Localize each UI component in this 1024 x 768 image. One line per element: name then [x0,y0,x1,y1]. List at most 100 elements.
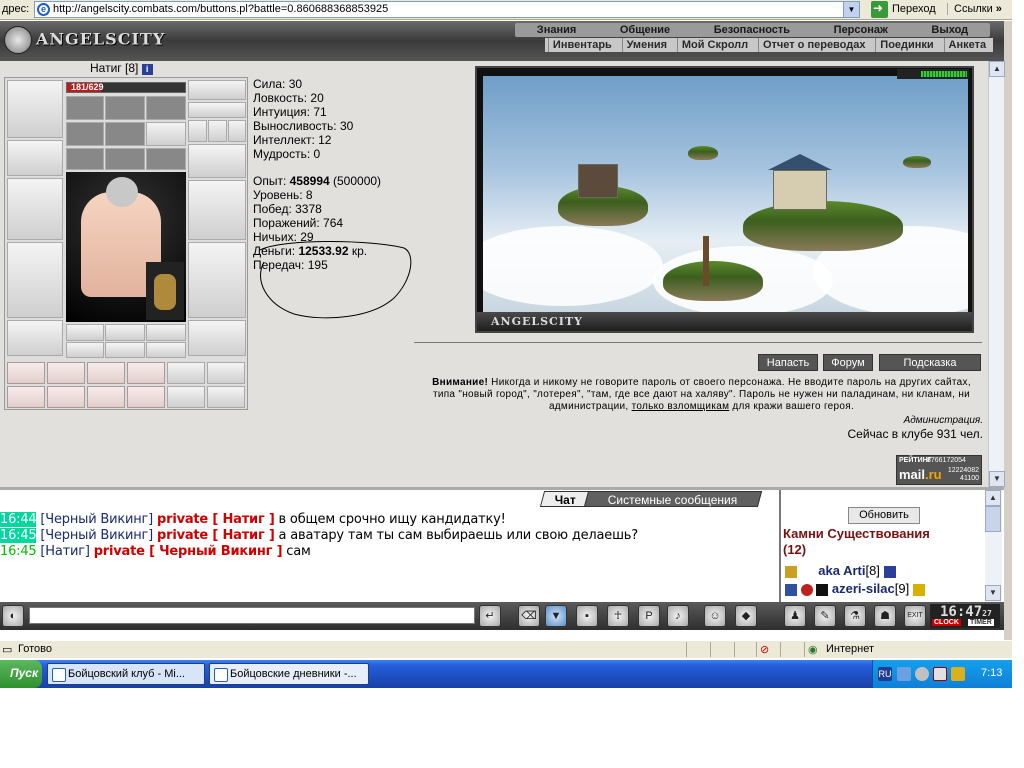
language-indicator[interactable]: RU [878,667,892,681]
scroll-slot-6[interactable] [146,122,186,146]
rune-slot-6[interactable] [146,342,186,358]
menu-knowledge[interactable]: Знания [537,23,576,37]
scroll-down-icon[interactable]: ▼ [989,471,1005,487]
security-icon[interactable] [933,667,947,681]
refresh-button[interactable]: Обновить [848,507,920,524]
belt-slot[interactable] [7,320,63,356]
network-icon[interactable] [897,667,911,681]
exit-button[interactable]: EXIT [904,605,926,627]
message-time[interactable]: 16:45 [0,544,37,559]
blocked-popup-icon[interactable]: ⊘ [760,643,769,656]
scroll-slot-5[interactable] [105,122,145,146]
scroll-slot-7[interactable] [66,148,104,170]
main-scrollbar[interactable]: ▲ ▼ [988,61,1005,487]
inventory-slot-12[interactable] [207,386,245,408]
helmet-icon[interactable]: ◆ [735,605,757,627]
inventory-slot-7[interactable] [7,386,45,408]
save-icon[interactable]: ▪ [576,605,598,627]
rune-slot-1[interactable] [66,324,104,341]
character-name[interactable]: Натиг [8] i [90,61,153,75]
rune-slot-5[interactable] [105,342,145,358]
action-icon-4[interactable]: ☗ [874,605,896,627]
submenu-transfer-report[interactable]: Отчет о переводах [757,38,870,52]
inventory-slot-4[interactable] [127,362,165,384]
scroll-up-icon[interactable]: ▲ [985,490,1001,506]
rune-slot-4[interactable] [66,342,104,358]
task-fight-club[interactable]: Бойцовский клуб - Mi... [47,663,205,685]
amulet-slot[interactable] [188,80,246,100]
tab-system-messages[interactable]: Системные сообщения [583,491,763,507]
go-button[interactable]: Переход [870,1,936,18]
run-man-icon[interactable]: ☥ [607,605,629,627]
url-field[interactable]: e http://angelscity.combats.com/buttons.… [34,1,860,18]
tab-chat[interactable]: Чат [539,491,591,507]
ring-slot-2[interactable] [208,120,227,142]
gloves-slot[interactable] [188,144,246,178]
shield-slot[interactable] [188,180,246,240]
chat-speaker-icon[interactable]: ◐ [2,605,24,627]
eraser-icon[interactable]: ⌫ [518,605,540,627]
message-time[interactable]: 16:44 [0,512,37,527]
links-button[interactable]: Ссылки » [947,3,1002,15]
private-list-icon[interactable]: P [638,605,660,627]
scroll-slot-4[interactable] [66,122,104,146]
inventory-slot-11[interactable] [167,386,205,408]
submenu-skills[interactable]: Умения [621,38,671,52]
rune-slot-2[interactable] [105,324,145,341]
message-private[interactable]: private [ Черный Викинг ] [94,544,283,559]
inventory-slot-10[interactable] [127,386,165,408]
submenu-profile[interactable]: Анкета [943,38,991,52]
weapon-slot[interactable] [7,178,63,240]
scene-image[interactable] [483,76,968,312]
scroll-slot-2[interactable] [105,96,145,120]
scroll-thumb[interactable] [985,506,1001,532]
attack-button[interactable]: Напасть [758,354,818,371]
app-icon[interactable] [951,667,965,681]
inventory-slot-2[interactable] [47,362,85,384]
info-icon[interactable]: i [141,64,153,75]
room-scrollbar[interactable]: ▲ ▼ [985,490,1002,602]
message-time[interactable]: 16:45 [0,528,37,543]
menu-communication[interactable]: Общение [620,23,670,37]
filter-icon[interactable]: ▼ [545,605,567,627]
ring-slot-1[interactable] [188,120,207,142]
ring-slot-3[interactable] [228,120,246,142]
message-sender[interactable]: [Натиг] [40,544,90,559]
start-button[interactable]: Пуск [0,660,42,688]
bracers-slot[interactable] [7,140,63,176]
chat-input[interactable] [29,607,475,624]
scroll-slot-1[interactable] [66,96,104,120]
scroll-up-icon[interactable]: ▲ [989,61,1005,77]
mailru-rating-counter[interactable]: РЕЙТИНГ 8766172054 mail.ru 12224082 41100 [896,455,982,485]
inventory-slot-8[interactable] [47,386,85,408]
menu-character[interactable]: Персонаж [834,23,888,37]
url-dropdown-chevron-icon[interactable]: ▼ [843,2,859,17]
message-private[interactable]: private [ Натиг ] [157,528,275,543]
message-sender[interactable]: [Черный Викинг] [40,528,153,543]
action-icon-3[interactable]: ⚗ [844,605,866,627]
timer-label[interactable]: TIMER [968,619,994,626]
forum-button[interactable]: Форум [823,354,873,371]
message-sender[interactable]: [Черный Викинг] [40,512,153,527]
legs-slot[interactable] [188,242,246,318]
rune-slot-3[interactable] [146,324,186,341]
scroll-down-icon[interactable]: ▼ [985,585,1001,601]
inventory-slot-3[interactable] [87,362,125,384]
menu-exit[interactable]: Выход [931,23,968,37]
submenu-inventory[interactable]: Инвентарь [547,38,616,52]
inventory-slot-1[interactable] [7,362,45,384]
info-icon[interactable] [912,583,925,596]
boots-slot[interactable] [188,320,246,356]
helmet-slot[interactable] [7,80,63,138]
inventory-slot-9[interactable] [87,386,125,408]
inventory-slot-5[interactable] [167,362,205,384]
smile-icon[interactable]: ☺ [704,605,726,627]
action-icon-1[interactable]: ♟ [784,605,806,627]
info-icon[interactable] [883,565,896,578]
scroll-slot-8[interactable] [105,148,145,170]
earrings-slot[interactable] [188,102,246,118]
speaker-icon[interactable] [915,667,929,681]
message-private[interactable]: private [ Натиг ] [157,512,275,527]
hint-button[interactable]: Подсказка [879,354,981,371]
scroll-slot-3[interactable] [146,96,186,120]
